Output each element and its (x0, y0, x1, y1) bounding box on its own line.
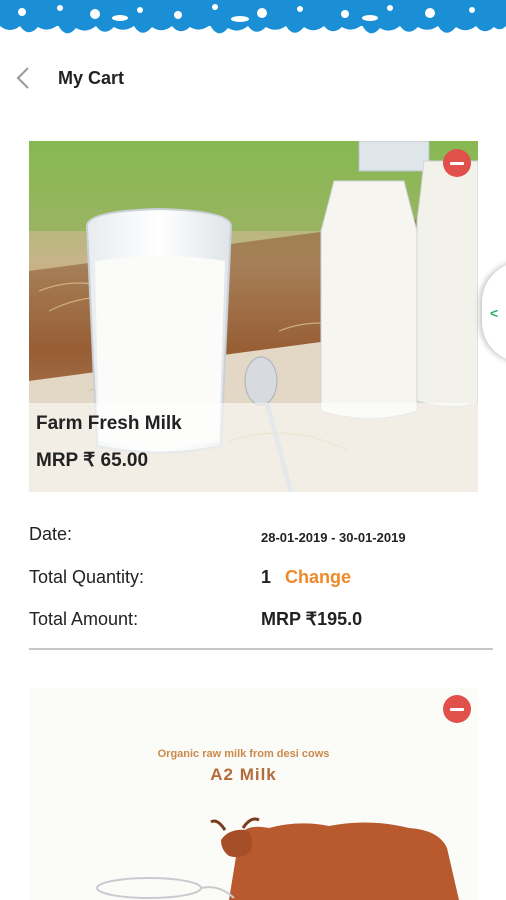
change-quantity-link[interactable]: Change (285, 567, 351, 588)
amount-label: Total Amount: (29, 609, 139, 629)
date-label: Date: (29, 524, 73, 544)
quantity-label: Total Quantity: (29, 567, 145, 587)
cart-item-card[interactable]: Farm Fresh Milk MRP ₹ 65.00 (29, 141, 478, 492)
side-drawer-tab[interactable]: < (482, 262, 506, 362)
quantity-value: 1 (261, 567, 272, 587)
quantity-row: Total Quantity: 1 Change (29, 563, 478, 593)
date-value: 28-01-2019 - 30-01-2019 (261, 530, 406, 545)
product-image (96, 817, 459, 900)
page-title: My Cart (58, 68, 125, 88)
chevron-left-icon: < (490, 305, 499, 321)
remove-item-button[interactable] (443, 149, 471, 177)
product-price: MRP ₹ 65.00 (36, 450, 149, 471)
chevron-left-icon (16, 67, 29, 89)
amount-row: Total Amount: MRP ₹195.0 (29, 605, 478, 635)
back-button[interactable] (6, 60, 42, 96)
divider (29, 648, 493, 650)
app-bar: My Cart (0, 52, 506, 104)
cart-item-card[interactable]: Organic raw milk from desi cows A2 Milk (29, 688, 478, 900)
amount-value: MRP ₹195.0 (261, 609, 363, 629)
milk-splash-graphic (0, 0, 506, 34)
date-row: Date: 28-01-2019 - 30-01-2019 (29, 520, 478, 550)
header-splash-banner (0, 0, 506, 42)
remove-item-button[interactable] (443, 695, 471, 723)
product-name: Farm Fresh Milk (36, 413, 182, 434)
